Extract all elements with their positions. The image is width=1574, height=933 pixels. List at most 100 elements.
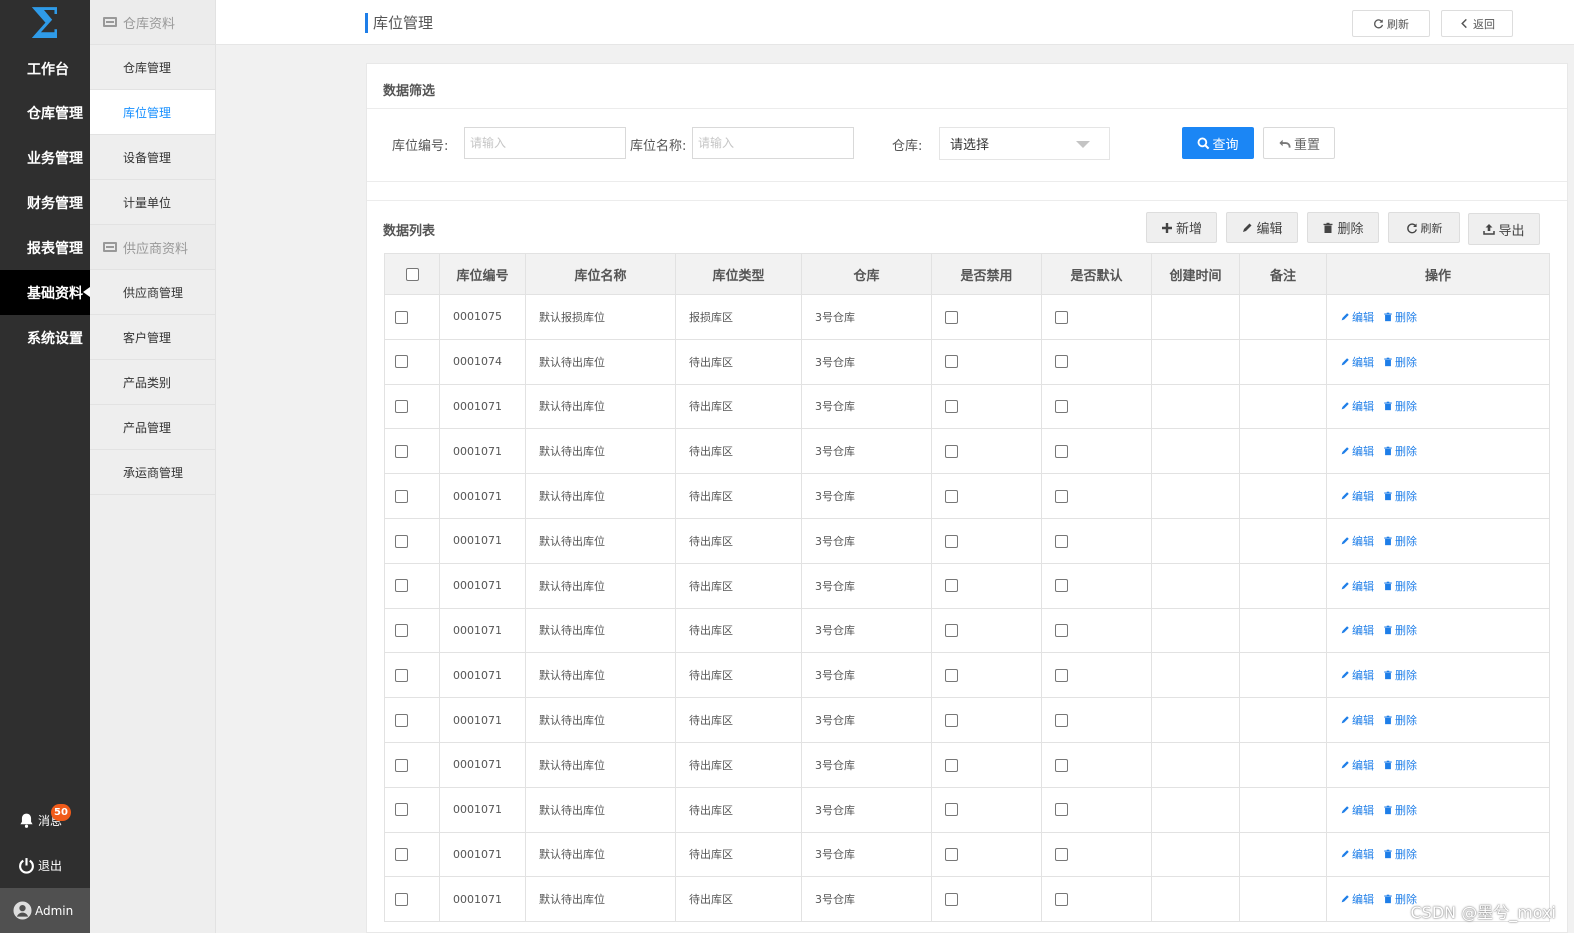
row-delete-link[interactable]: 删除 (1383, 712, 1417, 728)
default-checkbox[interactable] (1055, 534, 1068, 548)
row-checkbox[interactable] (395, 579, 408, 593)
column-header[interactable]: 库位类型 (675, 253, 802, 295)
subnav-item-supplier[interactable]: 供应商管理 (90, 270, 215, 315)
row-checkbox[interactable] (395, 713, 408, 727)
disabled-checkbox[interactable] (945, 803, 958, 817)
row-checkbox[interactable] (395, 355, 408, 369)
row-edit-link[interactable]: 编辑 (1340, 443, 1374, 459)
disabled-checkbox[interactable] (945, 445, 958, 459)
default-checkbox[interactable] (1055, 848, 1068, 862)
disabled-checkbox[interactable] (945, 534, 958, 548)
nav-item-workbench[interactable]: 工作台 (0, 48, 90, 90)
delete-button[interactable]: 删除 (1307, 212, 1379, 243)
row-edit-link[interactable]: 编辑 (1340, 578, 1374, 594)
nav-item-basic-data[interactable]: 基础资料 (0, 270, 90, 315)
warehouse-select[interactable]: 请选择 (939, 127, 1110, 160)
disabled-checkbox[interactable] (945, 310, 958, 324)
subnav-item-equipment[interactable]: 设备管理 (90, 135, 215, 180)
table-row[interactable]: 0001071 默认待出库位 待出库区 3号仓库 编辑 删除 (384, 741, 1550, 788)
reset-button[interactable]: 重置 (1263, 127, 1335, 159)
location-name-input[interactable] (692, 127, 854, 159)
add-button[interactable]: 新增 (1146, 212, 1217, 243)
subnav-item-customer[interactable]: 客户管理 (90, 315, 215, 360)
row-checkbox[interactable] (395, 893, 408, 906)
column-header[interactable]: 是否禁用 (931, 253, 1042, 295)
disabled-checkbox[interactable] (945, 758, 958, 772)
list-refresh-button[interactable]: 刷新 (1388, 212, 1460, 243)
row-edit-link[interactable]: 编辑 (1340, 622, 1374, 638)
default-checkbox[interactable] (1055, 758, 1068, 772)
row-delete-link[interactable]: 删除 (1383, 309, 1417, 325)
column-header[interactable]: 仓库 (801, 253, 932, 295)
row-edit-link[interactable]: 编辑 (1340, 667, 1374, 683)
disabled-checkbox[interactable] (945, 355, 958, 369)
nav-item-warehouse[interactable]: 仓库管理 (0, 90, 90, 135)
row-delete-link[interactable]: 删除 (1383, 622, 1417, 638)
select-all-checkbox[interactable] (405, 267, 419, 281)
header-back-button[interactable]: 返回 (1441, 10, 1513, 37)
row-checkbox[interactable] (395, 400, 408, 414)
row-checkbox[interactable] (395, 445, 408, 459)
table-row[interactable]: 0001075 默认报损库位 报损库区 3号仓库 编辑 删除 (384, 294, 1550, 340)
logout-button[interactable]: 退出 (0, 843, 90, 888)
table-row[interactable]: 0001071 默认待出库位 待出库区 3号仓库 编辑 删除 (384, 383, 1550, 430)
subnav-group-supplier-data[interactable]: 供应商资料 (90, 225, 215, 270)
edit-button[interactable]: 编辑 (1226, 212, 1298, 243)
row-edit-link[interactable]: 编辑 (1340, 533, 1374, 549)
subnav-item-unit[interactable]: 计量单位 (90, 180, 215, 225)
subnav-item-location[interactable]: 库位管理 (90, 90, 215, 135)
export-button[interactable]: 导出 (1468, 213, 1540, 245)
row-checkbox[interactable] (395, 489, 408, 503)
row-delete-link[interactable]: 删除 (1383, 846, 1417, 862)
disabled-checkbox[interactable] (945, 579, 958, 593)
table-row[interactable]: 0001071 默认待出库位 待出库区 3号仓库 编辑 删除 (384, 517, 1550, 564)
row-checkbox[interactable] (395, 624, 408, 638)
row-delete-link[interactable]: 删除 (1383, 757, 1417, 773)
disabled-checkbox[interactable] (945, 713, 958, 727)
default-checkbox[interactable] (1055, 579, 1068, 593)
row-delete-link[interactable]: 删除 (1383, 354, 1417, 370)
row-checkbox[interactable] (395, 534, 408, 548)
table-row[interactable]: 0001071 默认待出库位 待出库区 3号仓库 编辑 删除 (384, 562, 1550, 609)
row-checkbox[interactable] (395, 803, 408, 817)
default-checkbox[interactable] (1055, 669, 1068, 683)
nav-item-reports[interactable]: 报表管理 (0, 225, 90, 270)
row-delete-link[interactable]: 删除 (1383, 667, 1417, 683)
row-edit-link[interactable]: 编辑 (1340, 398, 1374, 414)
row-delete-link[interactable]: 删除 (1383, 398, 1417, 414)
table-row[interactable]: 0001071 默认待出库位 待出库区 3号仓库 编辑 删除 (384, 473, 1550, 519)
row-checkbox[interactable] (395, 669, 408, 683)
row-checkbox[interactable] (395, 848, 408, 862)
table-row[interactable]: 0001074 默认待出库位 待出库区 3号仓库 编辑 删除 (384, 338, 1550, 385)
default-checkbox[interactable] (1055, 713, 1068, 727)
messages-button[interactable]: 消息 50 (0, 798, 90, 843)
subnav-item-carrier[interactable]: 承运商管理 (90, 450, 215, 495)
row-edit-link[interactable]: 编辑 (1340, 846, 1374, 862)
column-header[interactable]: 是否默认 (1041, 253, 1152, 295)
row-delete-link[interactable]: 删除 (1383, 578, 1417, 594)
default-checkbox[interactable] (1055, 310, 1068, 324)
disabled-checkbox[interactable] (945, 489, 958, 503)
row-edit-link[interactable]: 编辑 (1340, 891, 1374, 907)
default-checkbox[interactable] (1055, 803, 1068, 817)
table-row[interactable]: 0001071 默认待出库位 待出库区 3号仓库 编辑 删除 (384, 786, 1550, 833)
column-header[interactable]: 创建时间 (1151, 253, 1240, 295)
row-delete-link[interactable]: 删除 (1383, 488, 1417, 504)
default-checkbox[interactable] (1055, 355, 1068, 369)
subnav-item-warehouse[interactable]: 仓库管理 (90, 45, 215, 90)
table-row[interactable]: 0001071 默认待出库位 待出库区 3号仓库 编辑 删除 (384, 652, 1550, 699)
table-row[interactable]: 0001071 默认待出库位 待出库区 3号仓库 编辑 删除 (384, 607, 1550, 654)
row-delete-link[interactable]: 删除 (1383, 533, 1417, 549)
row-edit-link[interactable]: 编辑 (1340, 757, 1374, 773)
nav-item-settings[interactable]: 系统设置 (0, 315, 90, 360)
app-logo[interactable]: Σ (0, 0, 90, 48)
default-checkbox[interactable] (1055, 400, 1068, 414)
row-edit-link[interactable]: 编辑 (1340, 354, 1374, 370)
location-code-input[interactable] (464, 127, 626, 159)
row-delete-link[interactable]: 删除 (1383, 802, 1417, 818)
column-header[interactable]: 库位编号 (439, 253, 526, 295)
table-row[interactable]: 0001071 默认待出库位 待出库区 3号仓库 编辑 删除 (384, 697, 1550, 743)
default-checkbox[interactable] (1055, 624, 1068, 638)
default-checkbox[interactable] (1055, 489, 1068, 503)
disabled-checkbox[interactable] (945, 848, 958, 862)
